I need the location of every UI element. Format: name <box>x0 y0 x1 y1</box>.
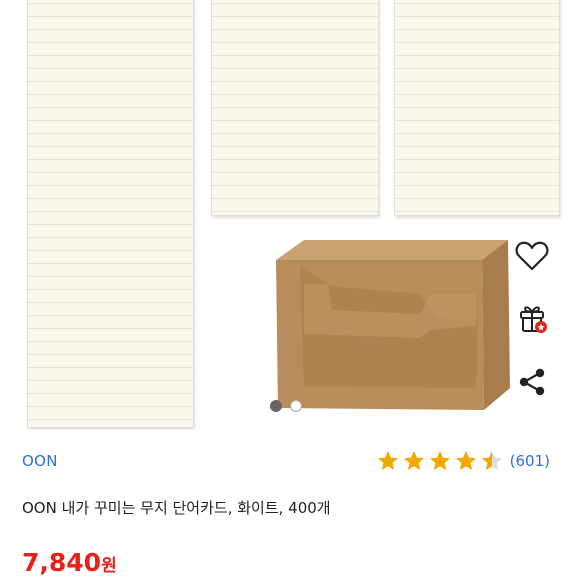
price-value: 7,840 <box>22 548 102 577</box>
wishlist-button[interactable] <box>512 236 552 276</box>
price-currency: 원 <box>101 556 117 576</box>
gallery-dot-active[interactable] <box>270 400 282 412</box>
product-meta-row: OON (601) <box>0 448 578 476</box>
rating-count[interactable]: (601) <box>510 452 550 470</box>
star-icon <box>403 451 424 470</box>
kraft-box-image <box>276 240 510 410</box>
star-half-icon <box>481 451 502 470</box>
share-button[interactable] <box>512 362 552 402</box>
brand-link[interactable]: OON <box>22 452 58 470</box>
word-card-image <box>211 0 379 216</box>
gallery-pagination <box>270 400 302 412</box>
product-image-gallery[interactable] <box>0 0 578 430</box>
gift-icon <box>520 306 547 333</box>
product-price: 7,840원 <box>22 548 117 577</box>
star-icon <box>377 451 398 470</box>
share-icon <box>519 368 545 396</box>
star-icon <box>455 451 476 470</box>
gallery-dot[interactable] <box>290 400 302 412</box>
word-card-image <box>27 0 194 428</box>
rating[interactable]: (601) <box>376 449 550 473</box>
product-title: OON 내가 꾸미는 무지 단어카드, 화이트, 400개 <box>22 499 331 517</box>
word-card-image <box>394 0 560 216</box>
heart-outline-icon <box>515 241 549 271</box>
gift-button[interactable] <box>512 298 552 338</box>
star-icon <box>429 451 450 470</box>
